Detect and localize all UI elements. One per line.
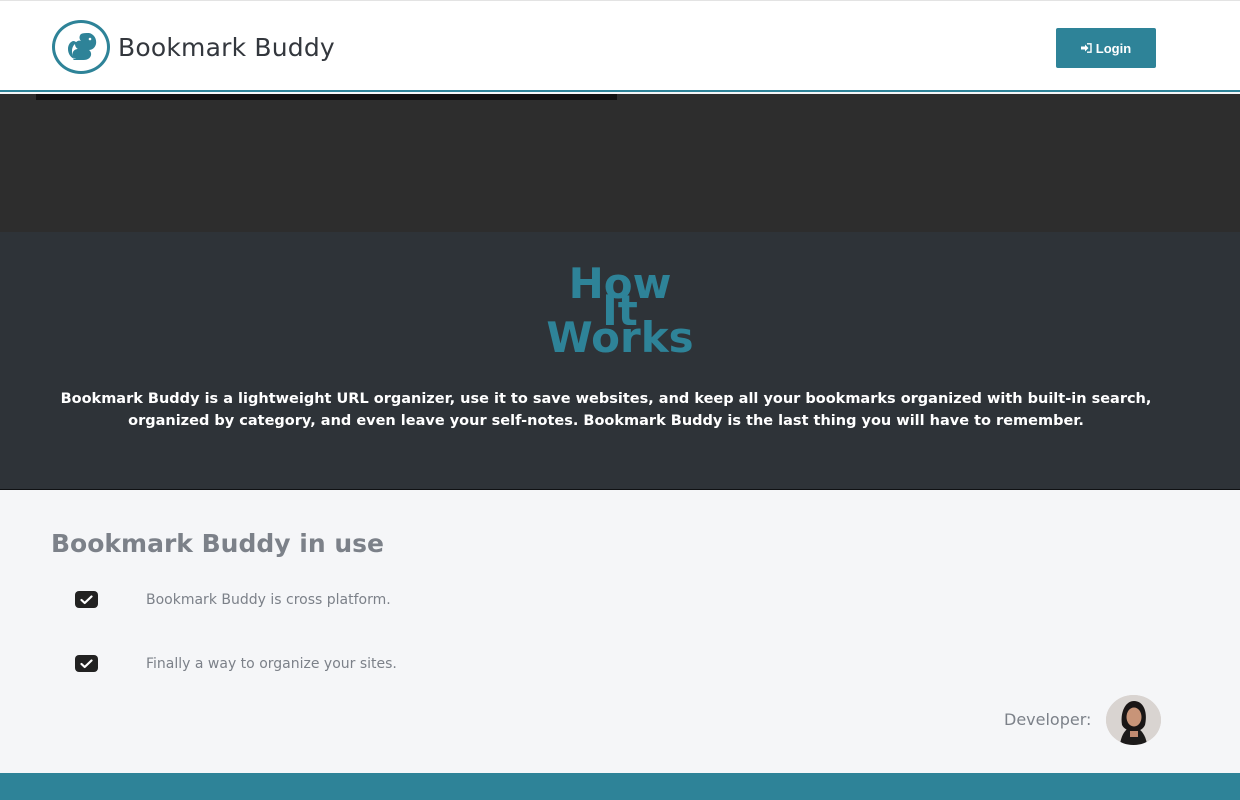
navbar: Bookmark Buddy Login	[0, 0, 1240, 92]
check-square-icon	[75, 655, 98, 672]
developer-label: Developer:	[1004, 710, 1092, 729]
check-square-icon	[75, 591, 98, 608]
sign-in-icon	[1080, 43, 1092, 53]
how-it-works-section: How It Works Bookmark Buddy is a lightwe…	[0, 232, 1240, 490]
feature-label: Finally a way to organize your sites.	[146, 655, 397, 672]
hero-strip	[36, 94, 617, 100]
feature-item: Finally a way to organize your sites.	[75, 655, 397, 672]
login-button[interactable]: Login	[1056, 28, 1156, 68]
how-it-works-title: How It Works	[0, 262, 1240, 362]
brand-name: Bookmark Buddy	[118, 32, 335, 62]
footer-bar	[0, 773, 1240, 800]
brand[interactable]: Bookmark Buddy	[52, 20, 335, 74]
in-use-title: Bookmark Buddy in use	[51, 529, 384, 558]
in-use-section: Bookmark Buddy in use Bookmark Buddy is …	[0, 491, 1240, 773]
feature-item: Bookmark Buddy is cross platform.	[75, 591, 391, 608]
squirrel-icon	[52, 20, 110, 74]
developer-avatar[interactable]	[1106, 695, 1161, 745]
login-label: Login	[1095, 40, 1132, 56]
how-title-line: Works	[546, 313, 694, 362]
hero-banner	[0, 94, 1240, 232]
how-it-works-description: Bookmark Buddy is a lightweight URL orga…	[60, 391, 1152, 429]
feature-label: Bookmark Buddy is cross platform.	[146, 591, 391, 608]
